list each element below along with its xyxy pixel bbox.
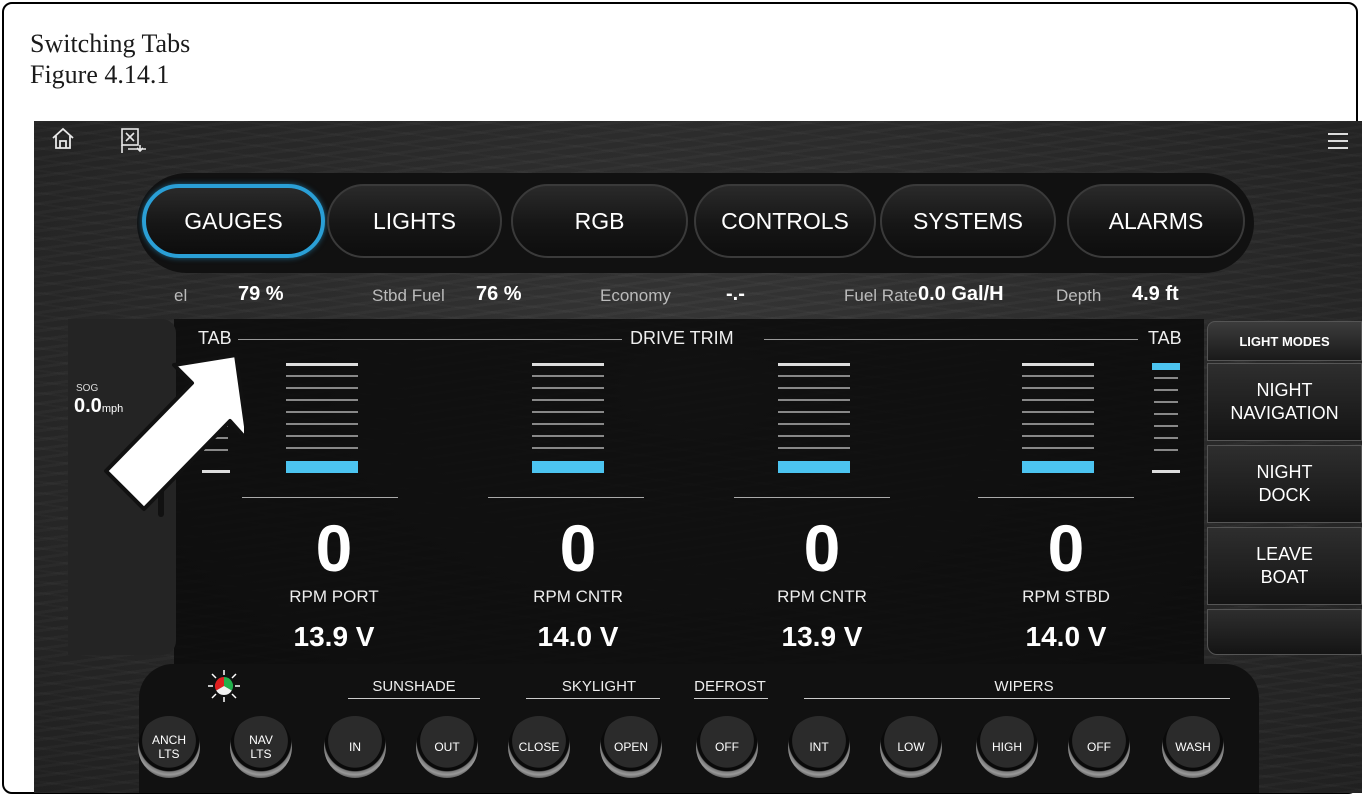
defrost-off-button[interactable]: OFF [696, 716, 758, 778]
left-tab-label: TAB [198, 328, 232, 348]
drive-trim-baseline [242, 497, 398, 498]
skylight-open-button[interactable]: OPEN [600, 716, 662, 778]
economy-label: Economy [600, 286, 671, 305]
wipers-underline [804, 698, 1230, 699]
defrost-underline [694, 698, 768, 699]
sog-label: SOG [76, 383, 99, 394]
tab-alarms[interactable]: ALARMS [1067, 184, 1245, 258]
skylight-underline [526, 698, 660, 699]
tab-lights[interactable]: LIGHTS [327, 184, 502, 258]
rpm-stbd-value: 0 [1047, 511, 1085, 585]
fuel-rate-value: 0.0 Gal/H [918, 283, 1004, 305]
drive-trim-baseline [488, 497, 644, 498]
sunshade-underline [348, 698, 480, 699]
skylight-close-button[interactable]: CLOSE [508, 716, 570, 778]
drive-trim-indicator [778, 461, 850, 473]
rpm-cntr-label: RPM CNTR [533, 587, 623, 606]
helm-display: GAUGES LIGHTS RGB CONTROLS SYSTEMS ALARM… [34, 121, 1362, 793]
voltage-stbd: 14.0 V [1025, 621, 1107, 652]
empty-light-mode-button[interactable] [1207, 609, 1362, 655]
night-dock-button[interactable]: NIGHT DOCK [1207, 445, 1362, 523]
economy-value: -.- [726, 283, 745, 305]
defrost-label: DEFROST [694, 678, 766, 695]
skylight-label: SKYLIGHT [561, 678, 637, 695]
caption-title: Switching Tabs [30, 29, 191, 58]
rpm-port-label: RPM PORT [289, 587, 379, 606]
figure-caption: Switching Tabs Figure 4.14.1 [30, 28, 190, 90]
voltage-cntr: 14.0 V [537, 621, 619, 652]
tab-rgb[interactable]: RGB [511, 184, 688, 258]
wipers-high-button[interactable]: HIGH [976, 716, 1038, 778]
light-modes-header: LIGHT MODES [1207, 321, 1362, 361]
fuel-rate-label: Fuel Rate [844, 286, 918, 305]
trim-header-line-left [238, 339, 622, 340]
depth-label: Depth [1056, 286, 1102, 305]
sunshade-in-button[interactable]: IN [324, 716, 386, 778]
rpm-stbd-label: RPM STBD [1022, 587, 1110, 606]
wipers-low-button[interactable]: LOW [880, 716, 942, 778]
right-tab-indicator [1152, 363, 1180, 370]
hamburger-menu-icon[interactable] [1328, 133, 1348, 154]
stbd-fuel-label: Stbd Fuel [372, 286, 445, 305]
info-bar: el 79 % Stbd Fuel 76 % Economy -.- Fuel … [174, 283, 1214, 307]
drive-trim-title: DRIVE TRIM [630, 328, 734, 348]
anchor-lights-button[interactable]: ANCH LTS [138, 716, 200, 778]
man-overboard-icon[interactable] [119, 127, 149, 155]
sunshade-label: SUNSHADE [372, 678, 456, 695]
rpm-port-value: 0 [315, 511, 353, 585]
tab-gauges[interactable]: GAUGES [142, 184, 325, 258]
nav-lights-button[interactable]: NAV LTS [230, 716, 292, 778]
sunshade-out-button[interactable]: OUT [416, 716, 478, 778]
wipers-off-button[interactable]: OFF [1068, 716, 1130, 778]
drive-trim-indicator [286, 461, 358, 473]
port-fuel-value: 79 % [238, 283, 284, 305]
voltage-cntr2: 13.9 V [781, 621, 863, 652]
drive-trim-indicator [1022, 461, 1094, 473]
night-navigation-button[interactable]: NIGHT NAVIGATION [1207, 363, 1362, 441]
pointer-arrow-icon [104, 353, 244, 511]
stbd-fuel-value: 76 % [476, 283, 522, 305]
wipers-int-button[interactable]: INT [788, 716, 850, 778]
right-tab-label: TAB [1148, 328, 1182, 348]
rpm-cntr-value: 0 [559, 511, 597, 585]
light-status-icon [208, 670, 240, 702]
port-fuel-label: el [174, 286, 188, 305]
voltage-port: 13.9 V [293, 621, 375, 652]
drive-trim-baseline [734, 497, 890, 498]
drive-trim-baseline [978, 497, 1134, 498]
wipers-label: WIPERS [994, 678, 1054, 695]
depth-value: 4.9 ft [1132, 283, 1179, 305]
rpm-cntr2-value: 0 [803, 511, 841, 585]
rpm-cntr2-label: RPM CNTR [777, 587, 867, 606]
leave-boat-button[interactable]: LEAVE BOAT [1207, 527, 1362, 605]
caption-figure-number: Figure 4.14.1 [30, 60, 170, 89]
trim-header-line-right [764, 339, 1138, 340]
tab-controls[interactable]: CONTROLS [694, 184, 876, 258]
wipers-wash-button[interactable]: WASH [1162, 716, 1224, 778]
drive-trim-indicator [532, 461, 604, 473]
home-icon[interactable] [50, 127, 76, 151]
tab-systems[interactable]: SYSTEMS [880, 184, 1056, 258]
